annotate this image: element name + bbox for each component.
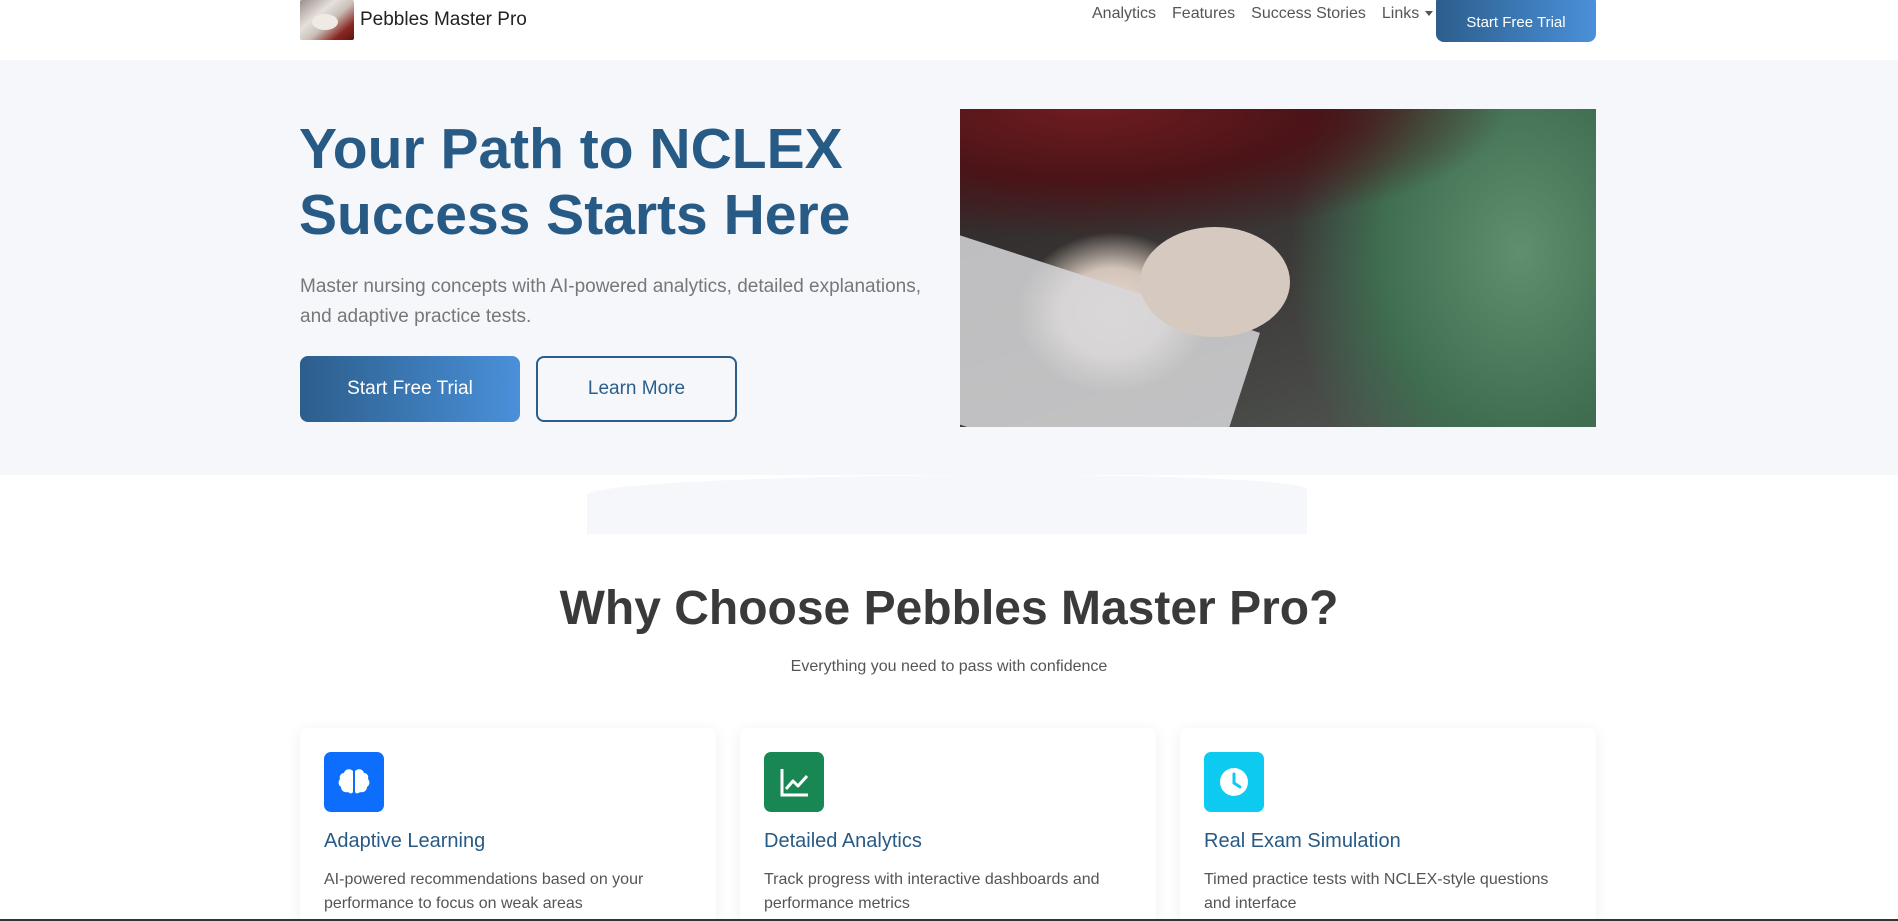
brain-icon xyxy=(324,752,384,812)
feature-description: Track progress with interactive dashboar… xyxy=(764,871,1100,912)
caret-down-icon xyxy=(1425,11,1434,17)
features-title: Why Choose Pebbles Master Pro? xyxy=(559,582,1339,635)
nav-link-success-stories[interactable]: Success Stories xyxy=(1251,5,1366,23)
section-wave-divider xyxy=(587,475,1307,534)
feature-card-real-exam-simulation: Real Exam Simulation Timed practice test… xyxy=(1180,728,1596,921)
feature-card-adaptive-learning: Adaptive Learning AI-powered recommendat… xyxy=(300,728,716,921)
features-subtitle: Everything you need to pass with confide… xyxy=(790,658,1108,675)
feature-title: Detailed Analytics xyxy=(764,830,922,852)
feature-description: Timed practice tests with NCLEX-style qu… xyxy=(1204,871,1549,912)
chart-line-icon xyxy=(764,752,824,812)
learn-more-button[interactable]: Learn More xyxy=(536,356,737,422)
hero-subtitle: Master nursing concepts with AI-powered … xyxy=(300,276,922,327)
hero-section: Your Path to NCLEX Success Starts Here M… xyxy=(0,60,1898,475)
nav-start-trial-button[interactable]: Start Free Trial xyxy=(1436,0,1596,42)
nav-dropdown-label: Links xyxy=(1381,5,1420,22)
start-free-trial-button[interactable]: Start Free Trial xyxy=(300,356,520,422)
feature-title: Real Exam Simulation xyxy=(1204,830,1401,852)
hero-image xyxy=(960,109,1596,427)
brand-name[interactable]: Pebbles Master Pro xyxy=(360,9,527,31)
feature-card-detailed-analytics: Detailed Analytics Track progress with i… xyxy=(740,728,1156,921)
nav-link-analytics[interactable]: Analytics xyxy=(1092,5,1156,23)
brand[interactable]: Pebbles Master Pro xyxy=(300,0,527,40)
feature-description: AI-powered recommendations based on your… xyxy=(324,871,644,912)
clock-icon xyxy=(1204,752,1264,812)
feature-title: Adaptive Learning xyxy=(324,830,486,852)
hero-title: Your Path to NCLEX Success Starts Here xyxy=(299,117,851,247)
navbar: Pebbles Master Pro Analytics Features Su… xyxy=(0,0,1898,60)
nav-links: Analytics Features Success Stories Links xyxy=(1092,5,1434,23)
nav-dropdown-links[interactable]: Links xyxy=(1381,5,1434,23)
brand-logo[interactable] xyxy=(300,0,354,40)
nav-link-features[interactable]: Features xyxy=(1172,5,1235,23)
